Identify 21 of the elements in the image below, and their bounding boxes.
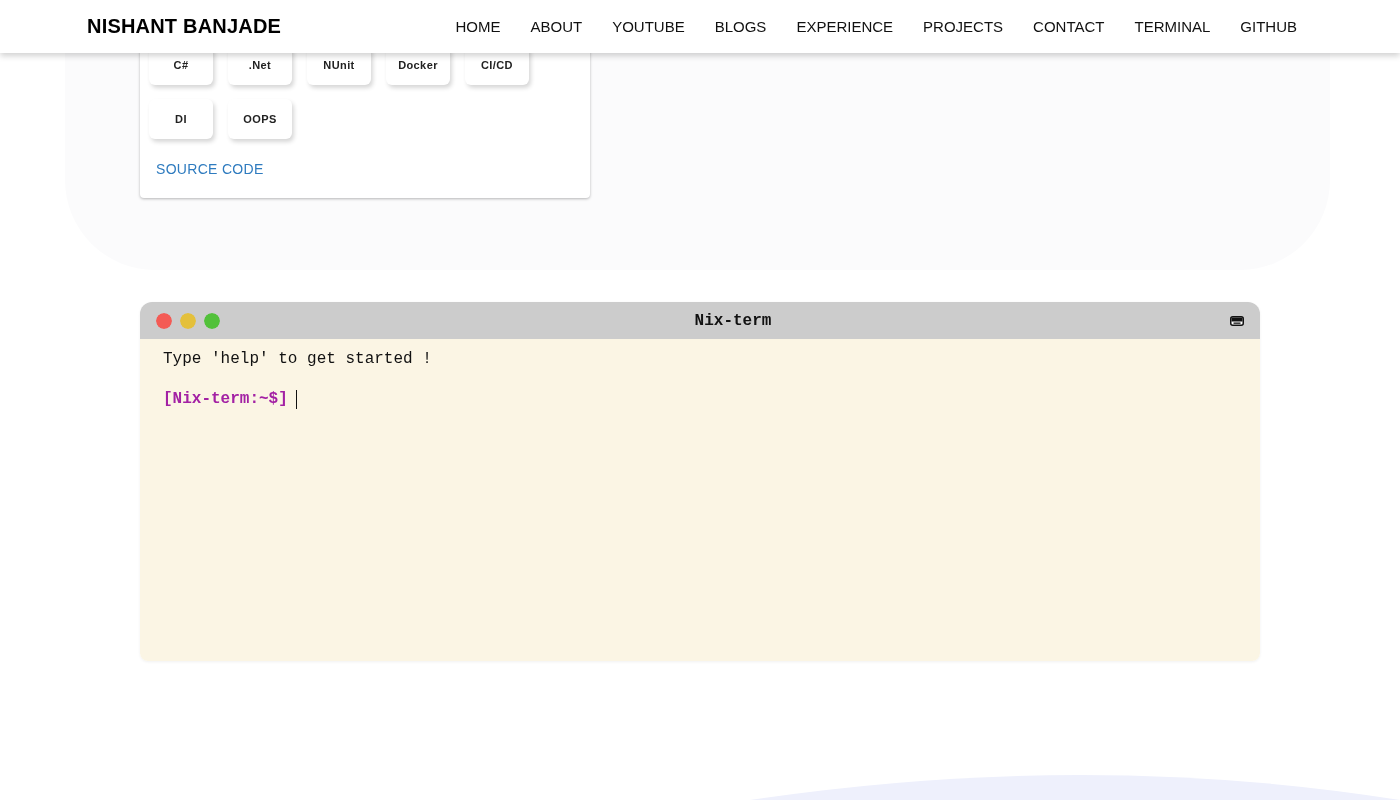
keyboard-icon[interactable]	[1230, 315, 1244, 326]
nav-link[interactable]: HOME	[455, 18, 501, 35]
source-code-link[interactable]: SOURCE CODE	[156, 161, 264, 177]
nav-link[interactable]: BLOGS	[714, 18, 767, 35]
close-icon[interactable]	[156, 312, 172, 329]
minimize-icon[interactable]	[180, 312, 196, 329]
nav-link[interactable]: ABOUT	[530, 18, 583, 35]
tech-tag: OOPS	[228, 99, 292, 139]
tech-tag: DI	[149, 99, 213, 139]
nav-link[interactable]: PROJECTS	[923, 18, 1004, 35]
terminal-output: Type 'help' to get started !	[163, 349, 432, 369]
maximize-icon[interactable]	[204, 312, 220, 329]
site-logo[interactable]: NISHANT BANJADE	[87, 15, 282, 38]
command-input[interactable]	[295, 389, 300, 409]
nav-link[interactable]: GITHUB	[1240, 18, 1297, 35]
nav-link[interactable]: CONTACT	[1033, 18, 1105, 35]
terminal-title: Nix-term	[693, 311, 773, 330]
nav-link[interactable]: YOUTUBE	[612, 18, 685, 35]
nav-link[interactable]: EXPERIENCE	[796, 18, 894, 35]
terminal-prompt: [Nix-term:~$]	[163, 389, 288, 409]
nav-link[interactable]: TERMINAL	[1134, 18, 1211, 35]
